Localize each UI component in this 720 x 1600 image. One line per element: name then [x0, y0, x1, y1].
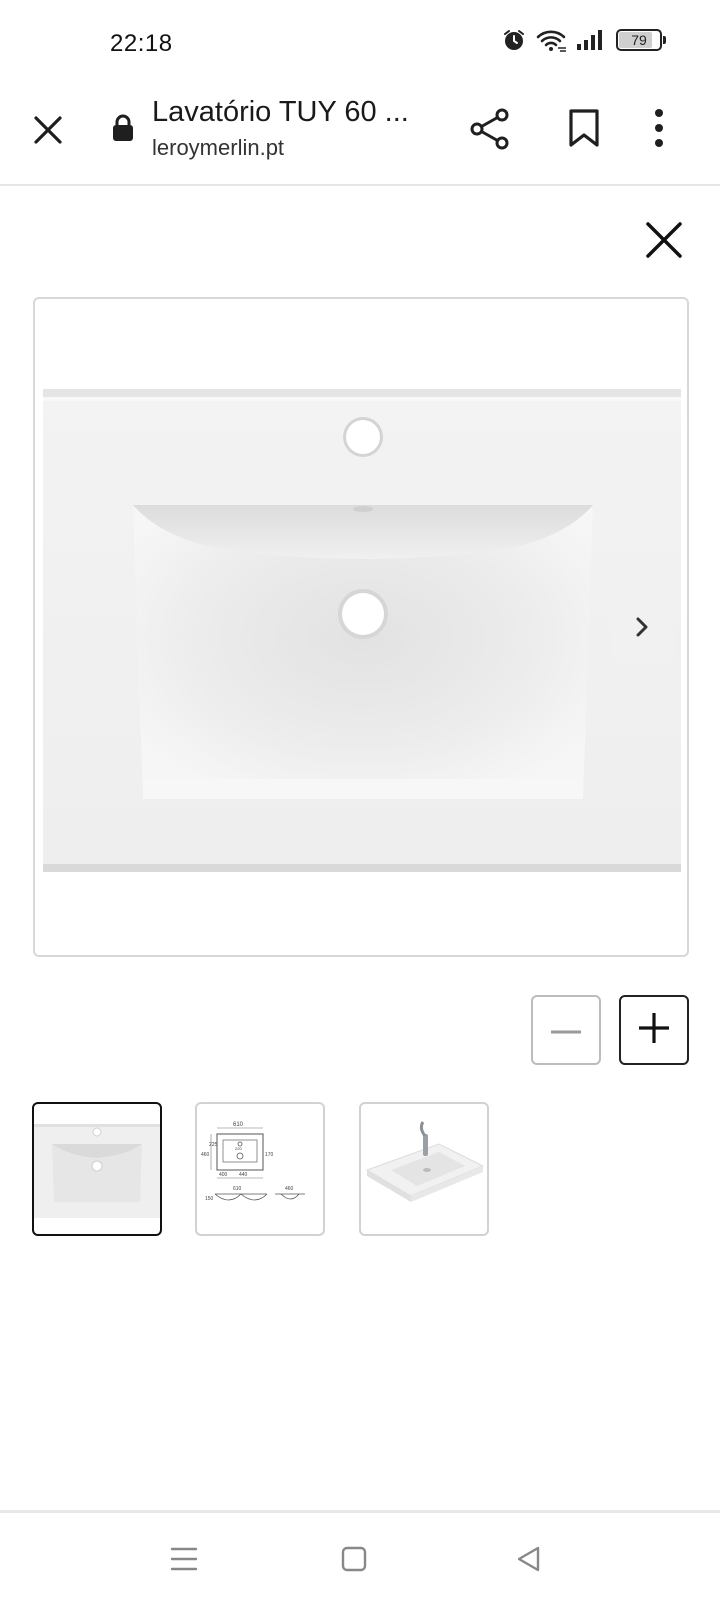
- plus-icon: [637, 1011, 671, 1050]
- close-icon[interactable]: [26, 108, 70, 152]
- signal-icon: [576, 29, 606, 51]
- status-bar: 22:18 79: [0, 0, 720, 84]
- svg-text:610: 610: [233, 1186, 242, 1192]
- share-icon[interactable]: [470, 108, 510, 155]
- thumbnail-technical-drawing[interactable]: 610 225 460 220 170 400 440 610 460 150: [195, 1102, 325, 1236]
- browser-toolbar: Lavatório TUY 60 ... leroymerlin.pt: [0, 84, 720, 186]
- zoom-out-button[interactable]: [531, 995, 601, 1065]
- svg-text:460: 460: [285, 1186, 294, 1192]
- thumbnail-sink-top-view[interactable]: [32, 1102, 162, 1236]
- sink-image: [43, 389, 681, 872]
- home-icon[interactable]: [334, 1539, 374, 1579]
- status-icons: 79: [502, 28, 666, 52]
- svg-text:170: 170: [265, 1152, 274, 1158]
- zoom-in-button[interactable]: [619, 995, 689, 1065]
- page-url[interactable]: leroymerlin.pt: [152, 135, 284, 161]
- chevron-right-icon: [634, 615, 650, 644]
- minus-icon: [551, 1021, 581, 1039]
- battery-level: 79: [631, 32, 647, 48]
- thumbnail-sink-with-faucet[interactable]: [359, 1102, 489, 1236]
- svg-text:150: 150: [205, 1196, 214, 1202]
- battery-icon: 79: [616, 29, 666, 51]
- svg-text:220: 220: [235, 1146, 242, 1151]
- svg-text:400: 400: [219, 1172, 228, 1178]
- system-nav-bar: [0, 1513, 720, 1600]
- main-image-frame: [33, 297, 689, 957]
- menu-icon[interactable]: [164, 1539, 204, 1579]
- wifi-icon: [536, 28, 566, 52]
- svg-text:610: 610: [233, 1122, 244, 1128]
- status-time: 22:18: [110, 30, 173, 57]
- svg-text:460: 460: [201, 1152, 210, 1158]
- next-image-button[interactable]: [610, 596, 674, 662]
- bookmark-icon[interactable]: [568, 108, 600, 153]
- close-icon[interactable]: [644, 220, 684, 260]
- more-vert-icon[interactable]: [652, 106, 666, 155]
- page-title[interactable]: Lavatório TUY 60 ...: [152, 96, 409, 129]
- alarm-icon: [502, 28, 526, 52]
- svg-text:440: 440: [239, 1172, 248, 1178]
- back-icon[interactable]: [508, 1539, 548, 1579]
- lock-icon: [112, 114, 134, 147]
- svg-text:225: 225: [209, 1142, 218, 1148]
